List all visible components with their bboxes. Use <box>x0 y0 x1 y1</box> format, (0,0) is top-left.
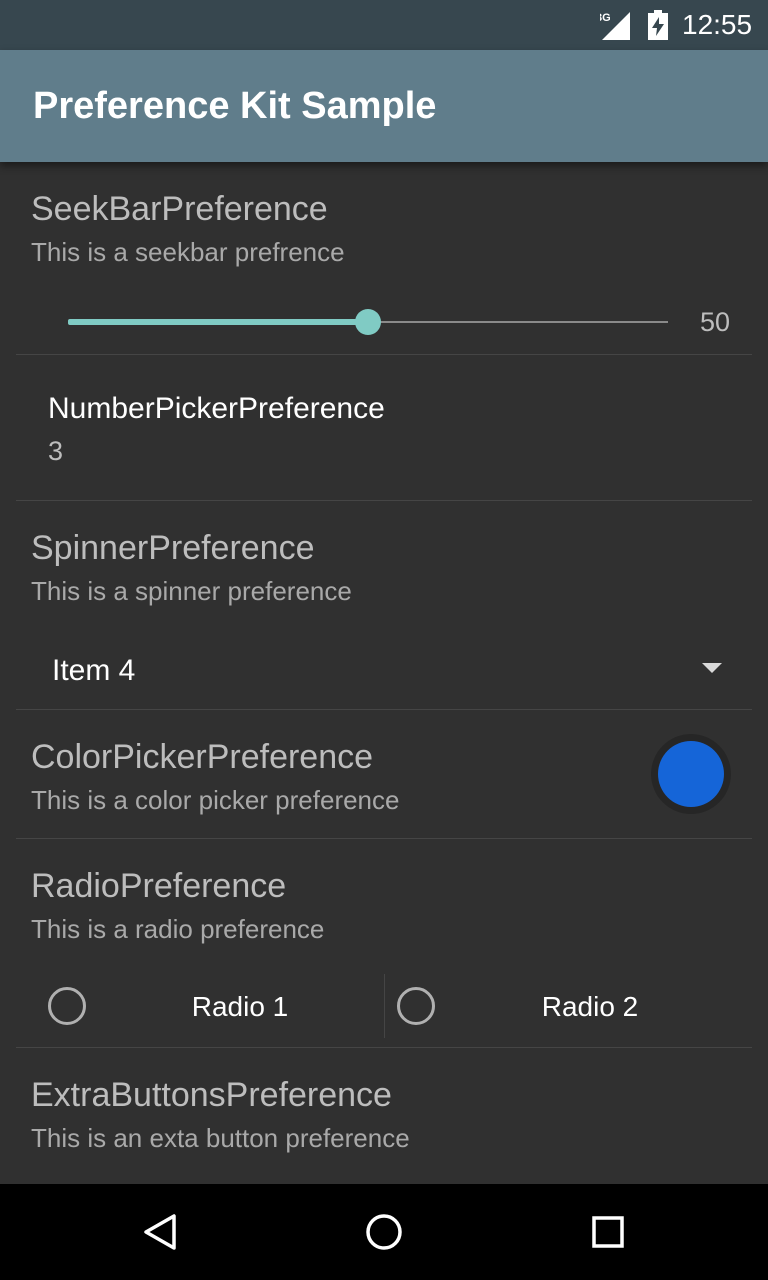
radio-option-2-label: Radio 2 <box>541 991 639 1022</box>
spinner-title: SpinnerPreference <box>31 529 315 567</box>
radio-button-unchecked-icon[interactable] <box>48 987 86 1025</box>
radio-button-unchecked-icon[interactable] <box>397 987 435 1025</box>
back-icon[interactable] <box>140 1212 180 1252</box>
number-picker-title: NumberPickerPreference <box>48 392 385 425</box>
radio-title: RadioPreference <box>31 867 287 905</box>
color-swatch-frame[interactable] <box>651 734 731 814</box>
seekbar-track[interactable] <box>68 309 668 335</box>
spinner-summary: This is a spinner preference <box>31 576 352 606</box>
recents-icon[interactable] <box>588 1212 628 1252</box>
seekbar-title: SeekBarPreference <box>31 190 328 228</box>
seekbar-summary: This is a seekbar prefrence <box>31 237 345 267</box>
app-title: Preference Kit Sample <box>33 85 437 127</box>
radio-option-1[interactable]: Radio 1 <box>16 974 384 1038</box>
color-swatch <box>658 741 724 807</box>
seekbar-thumb[interactable] <box>355 309 381 335</box>
seekbar-progress <box>68 319 368 325</box>
divider <box>16 354 752 355</box>
divider <box>16 709 752 710</box>
extra-buttons-title: ExtraButtonsPreference <box>31 1076 392 1114</box>
color-picker-title: ColorPickerPreference <box>31 738 374 776</box>
dropdown-arrow-icon <box>702 663 722 673</box>
spinner-dropdown[interactable]: Item 4 <box>16 627 752 711</box>
seekbar-value: 50 <box>700 307 731 337</box>
status-bar: 3G 12:55 <box>0 0 768 50</box>
battery-charging-icon <box>648 10 668 40</box>
radio-summary: This is a radio preference <box>31 914 325 944</box>
signal-icon: 3G <box>600 12 630 40</box>
status-time: 12:55 <box>682 9 753 40</box>
navigation-bar <box>0 1184 768 1280</box>
extra-buttons-summary: This is an exta button preference <box>31 1123 410 1153</box>
divider <box>16 500 752 501</box>
divider <box>16 838 752 839</box>
preference-list: SeekBarPreference This is a seekbar pref… <box>0 162 768 1184</box>
color-picker-summary: This is a color picker preference <box>31 785 400 815</box>
divider <box>16 1047 752 1048</box>
app-bar: Preference Kit Sample <box>0 50 768 162</box>
spinner-selected-value: Item 4 <box>52 654 136 687</box>
number-picker-value: 3 <box>48 436 64 466</box>
network-type-label: 3G <box>600 12 611 24</box>
radio-option-2[interactable]: Radio 2 <box>385 974 753 1038</box>
home-icon[interactable] <box>364 1212 404 1252</box>
radio-option-1-label: Radio 1 <box>191 991 289 1022</box>
